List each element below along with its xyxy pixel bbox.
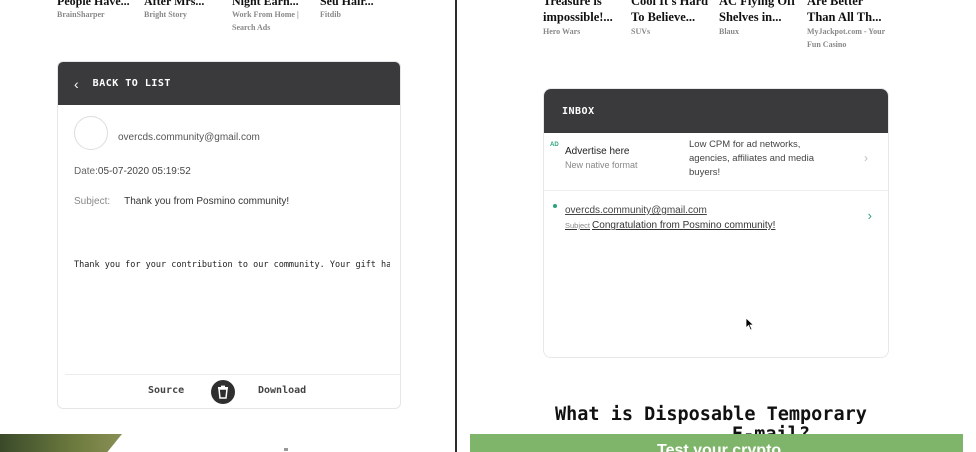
subject-row: Subject: Thank you from Posmino community… [74, 196, 289, 207]
ad-tile-source: MyJackpot.com - Your [807, 27, 886, 36]
ad-tile-source: Search Ads [232, 23, 271, 32]
promo-banner[interactable]: Test your crypto [470, 434, 963, 452]
left-browser-pane: People Have... BrainSharper After Mrs...… [0, 0, 455, 452]
ad-subtitle: New native format [565, 160, 638, 170]
message-subject-label: Subject [565, 221, 591, 230]
date-value: 05-07-2020 05:19:52 [97, 166, 191, 177]
ad-tile[interactable]: Night Earn... Work From Home | Search Ad… [232, 0, 316, 34]
avatar [74, 116, 108, 150]
inbox-ad-row[interactable]: AD Advertise here New native format Low … [544, 133, 888, 191]
ad-tile-title: Night Earn... [232, 0, 299, 8]
subject-value: Thank you from Posmino community! [124, 196, 290, 207]
ad-tile-title: Seu Hair... [320, 0, 374, 8]
ad-tile-source: Blaux [719, 27, 740, 36]
ad-badge: AD [550, 142, 559, 148]
date-label: Date: [74, 166, 98, 177]
promo-banner-text: Test your crypto [657, 442, 782, 452]
ad-tile-title: AC Flying Off Shelves in... [719, 0, 796, 24]
download-button[interactable]: Download [258, 385, 306, 396]
mouse-cursor-icon [745, 317, 755, 331]
inbox-title: INBOX [562, 105, 595, 117]
message-sender: overcds.community@gmail.com [565, 205, 707, 216]
ad-tile-title: Are Better Than All Th... [807, 0, 882, 24]
ad-tile[interactable]: Treasure is impossible!... Hero Wars [543, 0, 627, 38]
ad-title: Advertise here [565, 146, 630, 157]
ad-tile[interactable]: People Have... BrainSharper [57, 0, 141, 21]
ad-tile-source: Hero Wars [543, 27, 581, 36]
section-heading: What is Disposable Temporary [555, 404, 867, 425]
source-button[interactable]: Source [148, 385, 184, 396]
ad-tile-title: Cool It's Hard To Believe... [631, 0, 709, 24]
ad-tile-title: People Have... [57, 0, 130, 8]
ad-tile-source: Fitdib [320, 10, 341, 19]
ad-tile-title: After Mrs... [144, 0, 205, 8]
email-view-card: ‹ BACK TO LIST overcds.community@gmail.c… [57, 61, 401, 409]
unread-dot-icon [553, 204, 557, 208]
ad-tile-source: SUVs [631, 27, 651, 36]
inbox-message-row[interactable]: overcds.community@gmail.com Subject Congr… [544, 197, 888, 237]
ad-tile-source: Work From Home | [232, 10, 299, 19]
delete-button[interactable] [211, 380, 235, 404]
ad-description: Low CPM for ad networks, agencies, affil… [689, 139, 814, 178]
subject-label: Subject: [74, 196, 111, 207]
ad-tile-source: Bright Story [144, 10, 187, 19]
ad-tile[interactable]: After Mrs... Bright Story [144, 0, 228, 21]
email-actions-bar: Source Download [65, 374, 400, 408]
ad-tile-source: Fun Casino [807, 40, 847, 49]
date-row: Date:05-07-2020 05:19:52 [74, 166, 191, 177]
chevron-right-icon: › [867, 208, 872, 223]
back-to-list-label: BACK TO LIST [92, 78, 171, 89]
inbox-card: INBOX AD Advertise here New native forma… [543, 88, 889, 358]
sender-address: overcds.community@gmail.com [118, 132, 260, 143]
ad-tile[interactable]: AC Flying Off Shelves in... Blaux [719, 0, 803, 38]
thumbnail-image [0, 434, 122, 452]
ad-tile-source: BrainSharper [57, 10, 105, 19]
email-body: Thank you for your contribution to our c… [74, 260, 390, 270]
right-browser-pane: Treasure is impossible!... Hero Wars Coo… [457, 0, 976, 452]
chevron-right-icon: › [864, 151, 868, 165]
ad-tile[interactable]: Are Better Than All Th... MyJackpot.com … [807, 0, 891, 51]
chevron-left-icon: ‹ [74, 75, 79, 92]
ad-tile-title: Treasure is impossible!... [543, 0, 613, 24]
message-subject: Subject Congratulation from Posmino commu… [565, 220, 775, 231]
trash-icon [218, 385, 228, 399]
ad-tile[interactable]: Seu Hair... Fitdib [320, 0, 404, 21]
message-subject-text: Congratulation from Posmino community! [592, 220, 776, 231]
ad-tile[interactable]: Cool It's Hard To Believe... SUVs [631, 0, 715, 38]
back-to-list-button[interactable]: ‹ BACK TO LIST [58, 62, 400, 105]
inbox-header: INBOX [544, 89, 888, 133]
bottom-marker [284, 448, 288, 451]
